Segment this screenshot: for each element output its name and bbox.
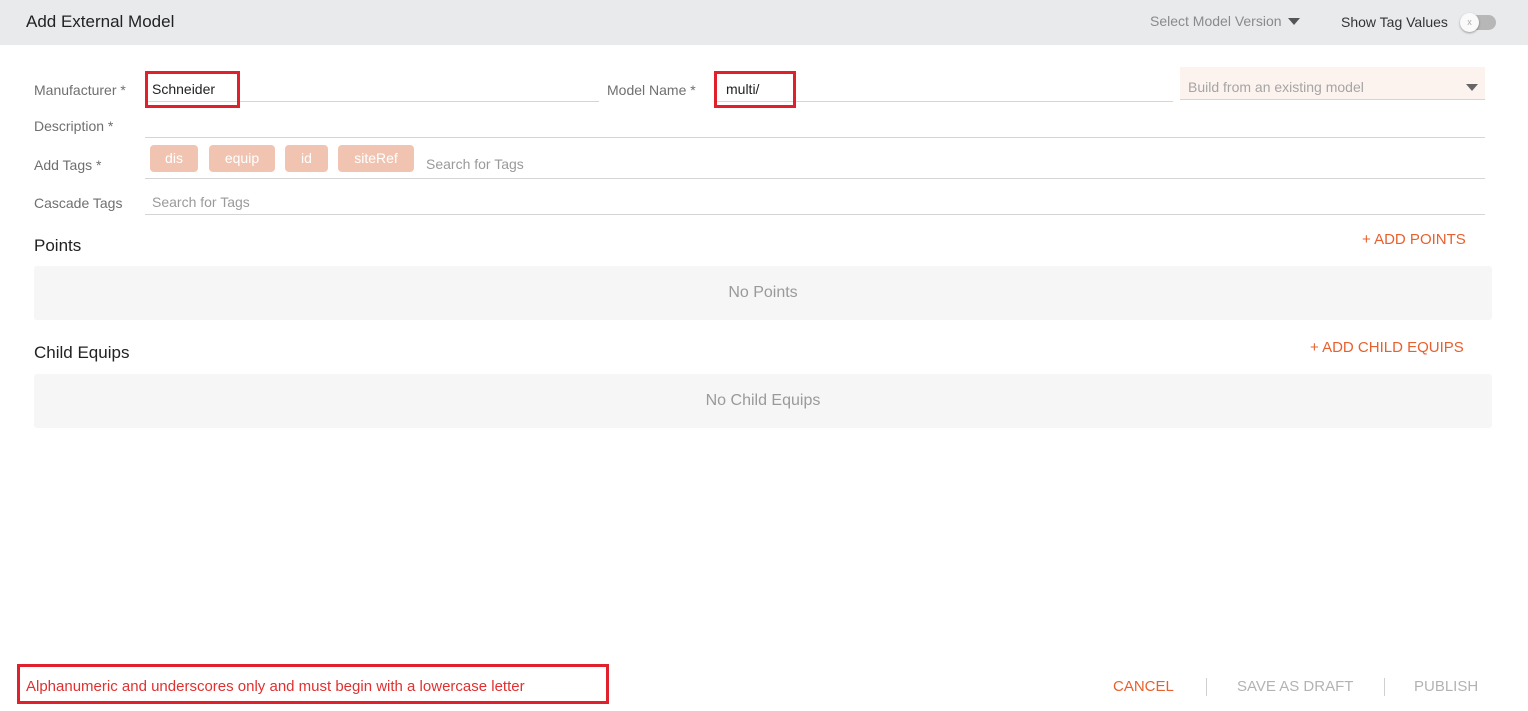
footer-divider [1384, 678, 1385, 696]
manufacturer-label: Manufacturer * [34, 82, 126, 98]
tag-chip-equip[interactable]: equip [209, 145, 275, 172]
points-section-title: Points [34, 236, 82, 255]
no-child-equips-text: No Child Equips [705, 392, 821, 409]
select-model-version-dropdown[interactable]: Select Model Version [1150, 13, 1300, 29]
cancel-button[interactable]: CANCEL [1113, 678, 1174, 695]
cascade-tags-underline [145, 214, 1485, 215]
model-name-highlight-box [714, 71, 796, 108]
add-child-equips-button[interactable]: + ADD CHILD EQUIPS [1310, 339, 1464, 356]
points-panel: No Points [34, 266, 1492, 320]
no-points-text: No Points [728, 284, 798, 301]
show-tag-values-toggle[interactable]: x [1460, 13, 1496, 32]
description-input[interactable] [145, 137, 1485, 138]
toggle-knob: x [1460, 13, 1479, 32]
save-as-draft-button[interactable]: SAVE AS DRAFT [1237, 678, 1353, 695]
tag-chip-id[interactable]: id [285, 145, 328, 172]
add-points-button[interactable]: + ADD POINTS [1362, 231, 1466, 248]
select-model-version-label: Select Model Version [1150, 13, 1282, 29]
tag-search-input[interactable]: Search for Tags [426, 156, 524, 172]
build-from-existing-model-select[interactable]: Build from an existing model [1180, 67, 1485, 100]
child-equips-panel: No Child Equips [34, 374, 1492, 428]
add-tags-label: Add Tags * [34, 157, 102, 173]
add-tags-underline [145, 178, 1485, 179]
build-from-existing-placeholder: Build from an existing model [1188, 79, 1364, 95]
tag-chip-siteref[interactable]: siteRef [338, 145, 414, 172]
dialog-header: Add External Model Select Model Version … [0, 0, 1528, 45]
description-label: Description * [34, 118, 114, 134]
publish-button[interactable]: PUBLISH [1414, 678, 1478, 695]
caret-down-icon [1466, 84, 1478, 91]
tag-chip-dis[interactable]: dis [150, 145, 198, 172]
dialog-title: Add External Model [26, 12, 175, 31]
cascade-tags-search-input[interactable]: Search for Tags [152, 194, 250, 210]
child-equips-section-title: Child Equips [34, 343, 130, 362]
cascade-tags-label: Cascade Tags [34, 195, 123, 211]
validation-error-message: Alphanumeric and underscores only and mu… [26, 678, 525, 695]
model-name-label: Model Name * [607, 82, 696, 98]
caret-down-icon [1287, 17, 1300, 25]
manufacturer-highlight-box [145, 71, 240, 108]
show-tag-values-label: Show Tag Values [1341, 14, 1448, 30]
footer-divider [1206, 678, 1207, 696]
